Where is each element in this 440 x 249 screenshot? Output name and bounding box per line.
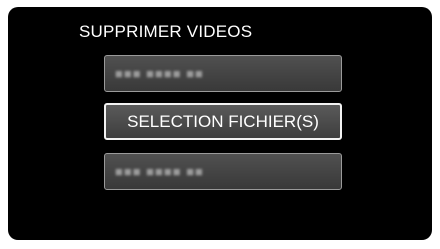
menu-item-selection-fichiers[interactable]: SELECTION FICHIER(S) <box>104 103 342 140</box>
menu-item-placeholder-top[interactable]: ■■■ ■■■■ ■■ <box>104 55 342 92</box>
blurred-placeholder-text: ■■■ ■■■■ ■■ <box>115 164 204 179</box>
blurred-placeholder-text: ■■■ ■■■■ ■■ <box>115 66 204 81</box>
menu-item-placeholder-bottom[interactable]: ■■■ ■■■■ ■■ <box>104 153 342 190</box>
camera-menu-screen: SUPPRIMER VIDEOS ■■■ ■■■■ ■■ SELECTION F… <box>8 7 432 240</box>
menu-item-label: SELECTION FICHIER(S) <box>127 111 319 131</box>
menu-title: SUPPRIMER VIDEOS <box>79 22 253 41</box>
